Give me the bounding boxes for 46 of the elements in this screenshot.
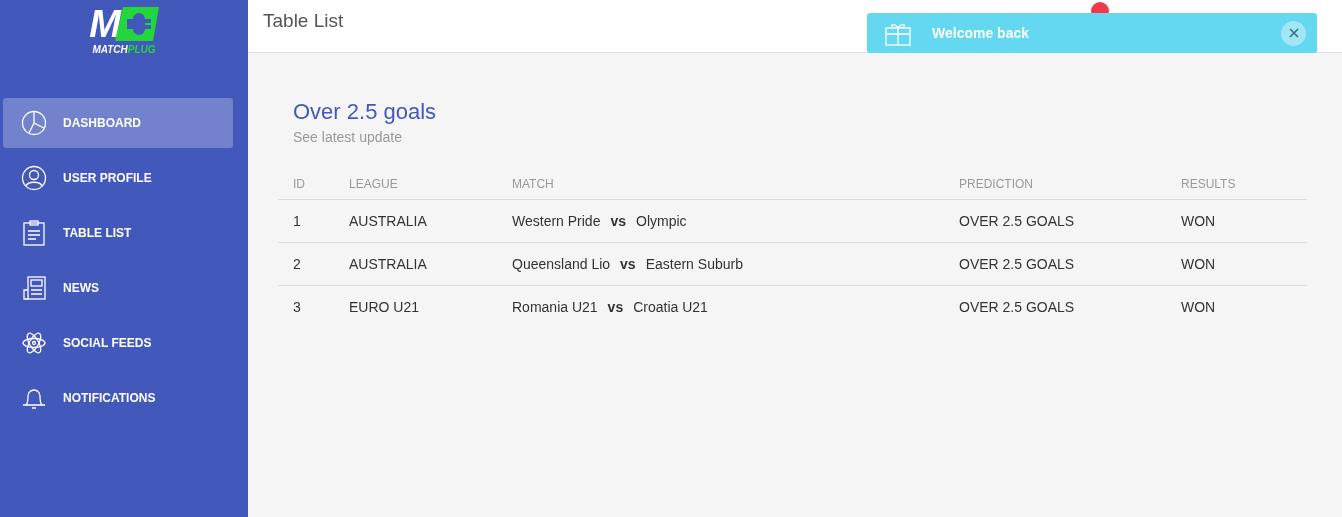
column-header: LEAGUE — [334, 169, 497, 200]
team-name: Queensland Lio — [512, 256, 611, 272]
sidebar-item[interactable]: NEWS — [3, 263, 233, 313]
card-title: Over 2.5 goals — [293, 99, 438, 125]
team-name: Western Pride — [512, 213, 601, 229]
table-cell: WON — [1166, 242, 1307, 286]
clipboard-icon — [21, 220, 47, 246]
newspaper-icon — [21, 275, 47, 301]
logo-letter: M — [89, 6, 119, 42]
versus-label: vs — [620, 256, 636, 272]
team-name: Olympic — [636, 213, 687, 229]
column-header: PREDICTION — [944, 169, 1166, 200]
table-cell: OVER 2.5 GOALS — [944, 242, 1166, 286]
team-name: Croatia U21 — [633, 299, 708, 315]
table-cell: 1 — [278, 199, 334, 243]
table-cell: AUSTRALIA — [334, 199, 497, 243]
logo-text: MATCH — [92, 44, 128, 55]
close-icon — [1288, 28, 1299, 38]
column-header: RESULTS — [1166, 169, 1307, 200]
close-button[interactable] — [1281, 20, 1306, 46]
page-title: Table List — [263, 10, 344, 32]
card-subtitle: See latest update — [293, 129, 403, 145]
sidebar-item[interactable]: TABLE LIST — [3, 208, 233, 258]
atom-icon — [21, 330, 47, 356]
table-cell: OVER 2.5 GOALS — [944, 285, 1166, 328]
table-cell: WON — [1166, 285, 1307, 328]
sidebar-item[interactable]: SOCIAL FEEDS — [3, 318, 233, 368]
toast-message: Welcome back — [932, 25, 1030, 41]
sidebar-item[interactable]: DASHBOARD — [3, 98, 233, 148]
table-cell: WON — [1166, 199, 1307, 243]
logo-text: PLUG — [127, 44, 156, 55]
table-cell: EURO U21 — [334, 285, 497, 328]
sidebar-item[interactable]: USER PROFILE — [3, 153, 233, 203]
table-cell: OVER 2.5 GOALS — [944, 199, 1166, 243]
column-header: ID — [278, 169, 334, 200]
sidebar-item[interactable]: NOTIFICATIONS — [3, 373, 233, 423]
table-cell: AUSTRALIA — [334, 242, 497, 286]
pie-chart-icon — [21, 110, 47, 136]
table-cell: 2 — [278, 242, 334, 286]
table-cell: 3 — [278, 285, 334, 328]
user-icon — [21, 165, 47, 191]
versus-label: vs — [610, 213, 627, 229]
versus-label: vs — [607, 299, 624, 315]
team-name: Romania U21 — [512, 299, 598, 315]
column-header: MATCH — [497, 169, 944, 200]
team-name: Eastern Suburb — [645, 256, 743, 272]
